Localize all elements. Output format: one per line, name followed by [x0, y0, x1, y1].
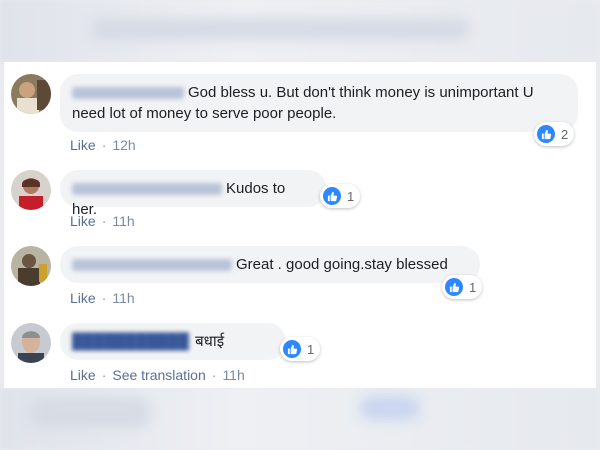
reaction-count: 1	[347, 188, 355, 204]
reaction-count: 2	[561, 126, 569, 142]
comment-actions: Like · 11h	[70, 290, 141, 306]
blurred-background-shape	[360, 396, 420, 420]
avatar[interactable]	[11, 74, 51, 114]
reaction-badge[interactable]: 2	[534, 122, 575, 146]
like-link[interactable]: Like	[70, 213, 96, 229]
comment-item: Kudos to her. 1 Like · 11h	[4, 158, 596, 238]
separator-dot: ·	[101, 137, 107, 153]
like-link[interactable]: Like	[70, 367, 96, 383]
separator-dot: ·	[101, 213, 107, 229]
separator-dot: ·	[101, 290, 107, 306]
comment-bubble: ███████████ बधाई	[60, 323, 286, 360]
avatar[interactable]	[11, 323, 51, 363]
comment-author-name[interactable]: ███████████	[72, 333, 189, 350]
comment-item: ███████████ बधाई 1 Like · See translation ·…	[4, 311, 596, 388]
reaction-badge[interactable]: 1	[320, 184, 361, 208]
comment-actions: Like · 11h	[70, 213, 141, 229]
reaction-count: 1	[307, 341, 315, 357]
separator-dot: ·	[211, 367, 217, 383]
timestamp[interactable]: 11h	[112, 290, 134, 306]
comment-bubble: Kudos to her.	[60, 170, 326, 218]
comment-text: बधाई	[195, 333, 225, 350]
comment-bubble: God bless u. But don't think money is un…	[60, 74, 578, 132]
timestamp[interactable]: 12h	[112, 137, 135, 153]
comment-text: Great . good going.stay blessed	[236, 256, 448, 273]
comment-actions: Like · See translation · 11h	[70, 367, 251, 383]
comment-author-name[interactable]	[72, 87, 184, 100]
comment-author-name[interactable]	[72, 259, 232, 272]
like-link[interactable]: Like	[70, 290, 96, 306]
avatar[interactable]	[11, 170, 51, 210]
like-reaction-icon	[537, 125, 555, 143]
reaction-count: 1	[469, 279, 477, 295]
separator-dot: ·	[101, 367, 107, 383]
like-link[interactable]: Like	[70, 137, 96, 153]
like-reaction-icon	[323, 187, 341, 205]
reaction-badge[interactable]: 1	[442, 275, 483, 299]
comment-item: God bless u. But don't think money is un…	[4, 62, 596, 158]
timestamp[interactable]: 11h	[112, 213, 134, 229]
comment-author-name[interactable]	[72, 183, 222, 196]
comment-actions: Like · 12h	[70, 137, 142, 153]
comments-panel: God bless u. But don't think money is un…	[4, 62, 596, 388]
like-reaction-icon	[445, 278, 463, 296]
see-translation-link[interactable]: See translation	[112, 367, 205, 383]
avatar[interactable]	[11, 246, 51, 286]
like-reaction-icon	[283, 340, 301, 358]
blurred-background-shape	[90, 18, 470, 40]
reaction-badge[interactable]: 1	[280, 337, 321, 361]
blurred-background-shape	[30, 398, 150, 428]
timestamp[interactable]: 11h	[222, 367, 244, 383]
comment-bubble: Great . good going.stay blessed	[60, 246, 480, 283]
comment-item: Great . good going.stay blessed 1 Like · 1…	[4, 234, 596, 314]
